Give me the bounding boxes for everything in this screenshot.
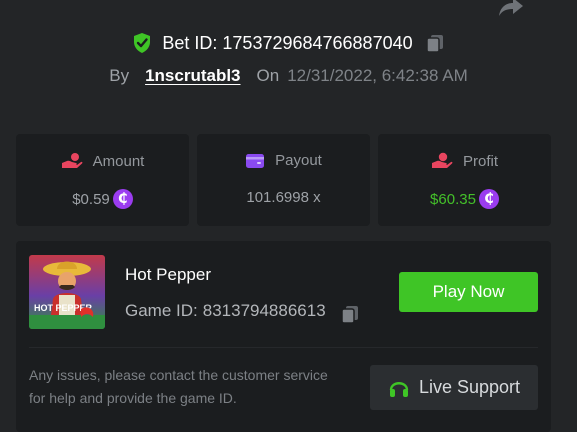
bet-id-row: Bet ID: 1753729684766887040 <box>0 31 577 55</box>
wallet-icon <box>246 154 265 168</box>
bet-datetime: 12/31/2022, 6:42:38 AM <box>287 66 468 85</box>
game-name: Hot Pepper <box>125 265 211 284</box>
verified-shield-icon <box>134 33 151 53</box>
coin-icon: ₵ <box>112 189 133 209</box>
bet-meta-row: By 1nscrutabl3 On 12/31/2022, 6:42:38 AM <box>0 64 577 88</box>
game-card: HOT PEPPER Hot Pepper Game ID: 831379488… <box>16 241 551 432</box>
profit-value: $60.35 <box>430 190 476 208</box>
stat-label-payout: Payout <box>275 152 322 169</box>
game-id-row: Game ID: 8313794886613 <box>125 298 360 324</box>
game-id-label: Game ID: <box>125 301 198 320</box>
stat-card-profit: Profit $60.35 ₵ <box>378 134 551 226</box>
payout-value: 101.6998 x <box>246 189 321 206</box>
bet-id-value: 1753729684766887040 <box>222 32 413 53</box>
hand-coin-icon <box>61 153 83 168</box>
user-link[interactable]: 1nscrutabl3 <box>145 66 240 86</box>
by-label: By <box>109 66 130 85</box>
hand-money-icon <box>431 152 453 168</box>
on-label: On <box>256 66 280 85</box>
live-support-button[interactable]: Live Support <box>370 365 538 410</box>
stat-head-amount: Amount <box>16 152 189 170</box>
support-message: Any issues, please contact the customer … <box>29 367 328 406</box>
stat-value-amount: $0.59 ₵ <box>16 189 189 209</box>
stat-label-amount: Amount <box>92 152 145 170</box>
headset-icon <box>389 381 409 397</box>
game-id-value: 8313794886613 <box>202 301 326 320</box>
stat-label-profit: Profit <box>462 152 498 170</box>
amount-value: $0.59 <box>72 190 110 208</box>
share-icon[interactable] <box>497 0 525 18</box>
bet-id-label: Bet ID: <box>162 32 218 53</box>
copy-game-id-icon[interactable] <box>340 304 360 324</box>
live-support-label: Live Support <box>418 377 521 397</box>
stat-head-payout: Payout <box>197 152 370 169</box>
coin-icon: ₵ <box>478 189 499 209</box>
stat-card-payout: Payout 101.6998 x <box>197 134 370 226</box>
play-now-button[interactable]: Play Now <box>399 272 538 312</box>
game-thumbnail[interactable]: HOT PEPPER <box>29 255 105 329</box>
divider <box>29 347 538 348</box>
stat-head-profit: Profit <box>378 152 551 170</box>
stat-value-payout: 101.6998 x <box>197 189 370 206</box>
copy-bet-id-icon[interactable] <box>425 33 445 53</box>
stat-value-profit: $60.35 ₵ <box>378 189 551 209</box>
stat-card-amount: Amount $0.59 ₵ <box>16 134 189 226</box>
